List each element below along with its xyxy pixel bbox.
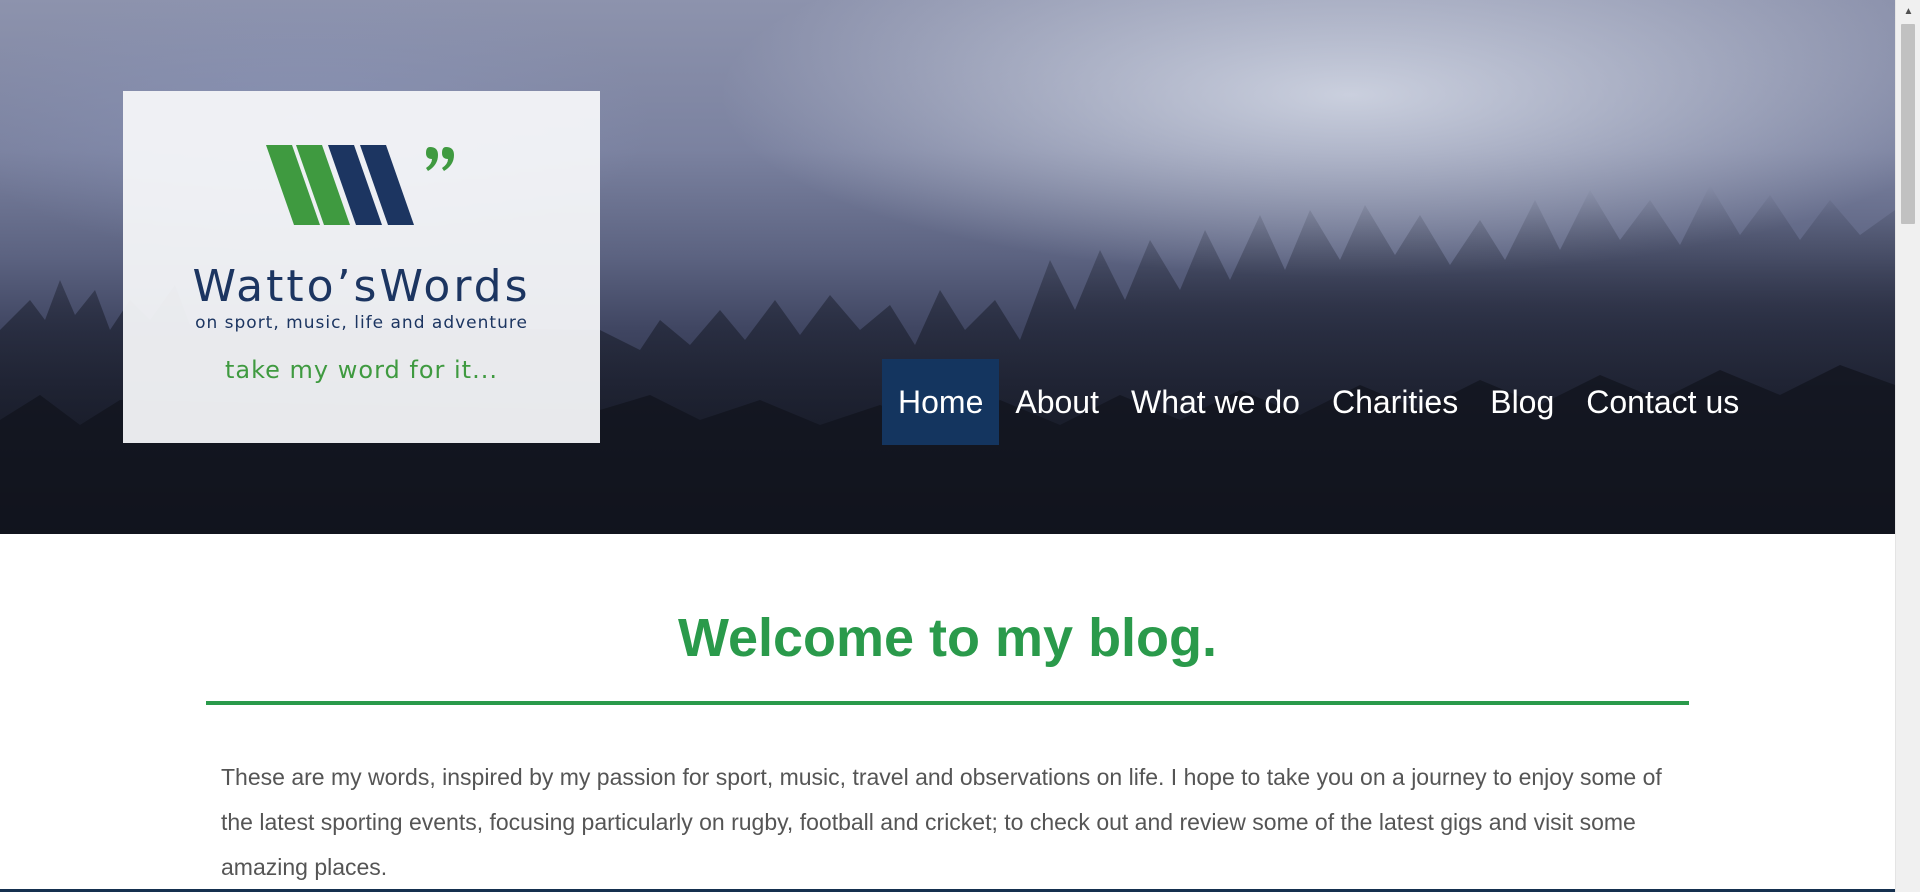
- logo-title: Watto’sWords: [192, 261, 531, 312]
- intro-paragraph: These are my words, inspired by my passi…: [221, 764, 1662, 880]
- logo-subtitle: on sport, music, life and adventure: [195, 313, 528, 333]
- title-divider: [206, 701, 1689, 705]
- ww-logo-mark-icon: [266, 145, 454, 225]
- nav-item-about[interactable]: About: [999, 359, 1115, 445]
- nav-item-home[interactable]: Home: [882, 359, 1000, 445]
- scroll-up-arrow-icon[interactable]: ▲: [1896, 0, 1920, 22]
- vertical-scrollbar[interactable]: ▲: [1895, 0, 1920, 892]
- scrollbar-thumb[interactable]: [1901, 24, 1915, 224]
- nav-item-blog[interactable]: Blog: [1474, 359, 1570, 445]
- hero-banner: Watto’sWords on sport, music, life and a…: [0, 0, 1895, 534]
- main-nav: Home About What we do Charities Blog Con…: [882, 359, 1755, 445]
- nav-item-what-we-do[interactable]: What we do: [1115, 359, 1316, 445]
- site-logo[interactable]: Watto’sWords on sport, music, life and a…: [123, 91, 600, 443]
- page-title: Welcome to my blog.: [677, 608, 1218, 668]
- nav-item-charities[interactable]: Charities: [1316, 359, 1474, 445]
- logo-tagline: take my word for it...: [225, 356, 498, 384]
- nav-item-contact-us[interactable]: Contact us: [1570, 359, 1755, 445]
